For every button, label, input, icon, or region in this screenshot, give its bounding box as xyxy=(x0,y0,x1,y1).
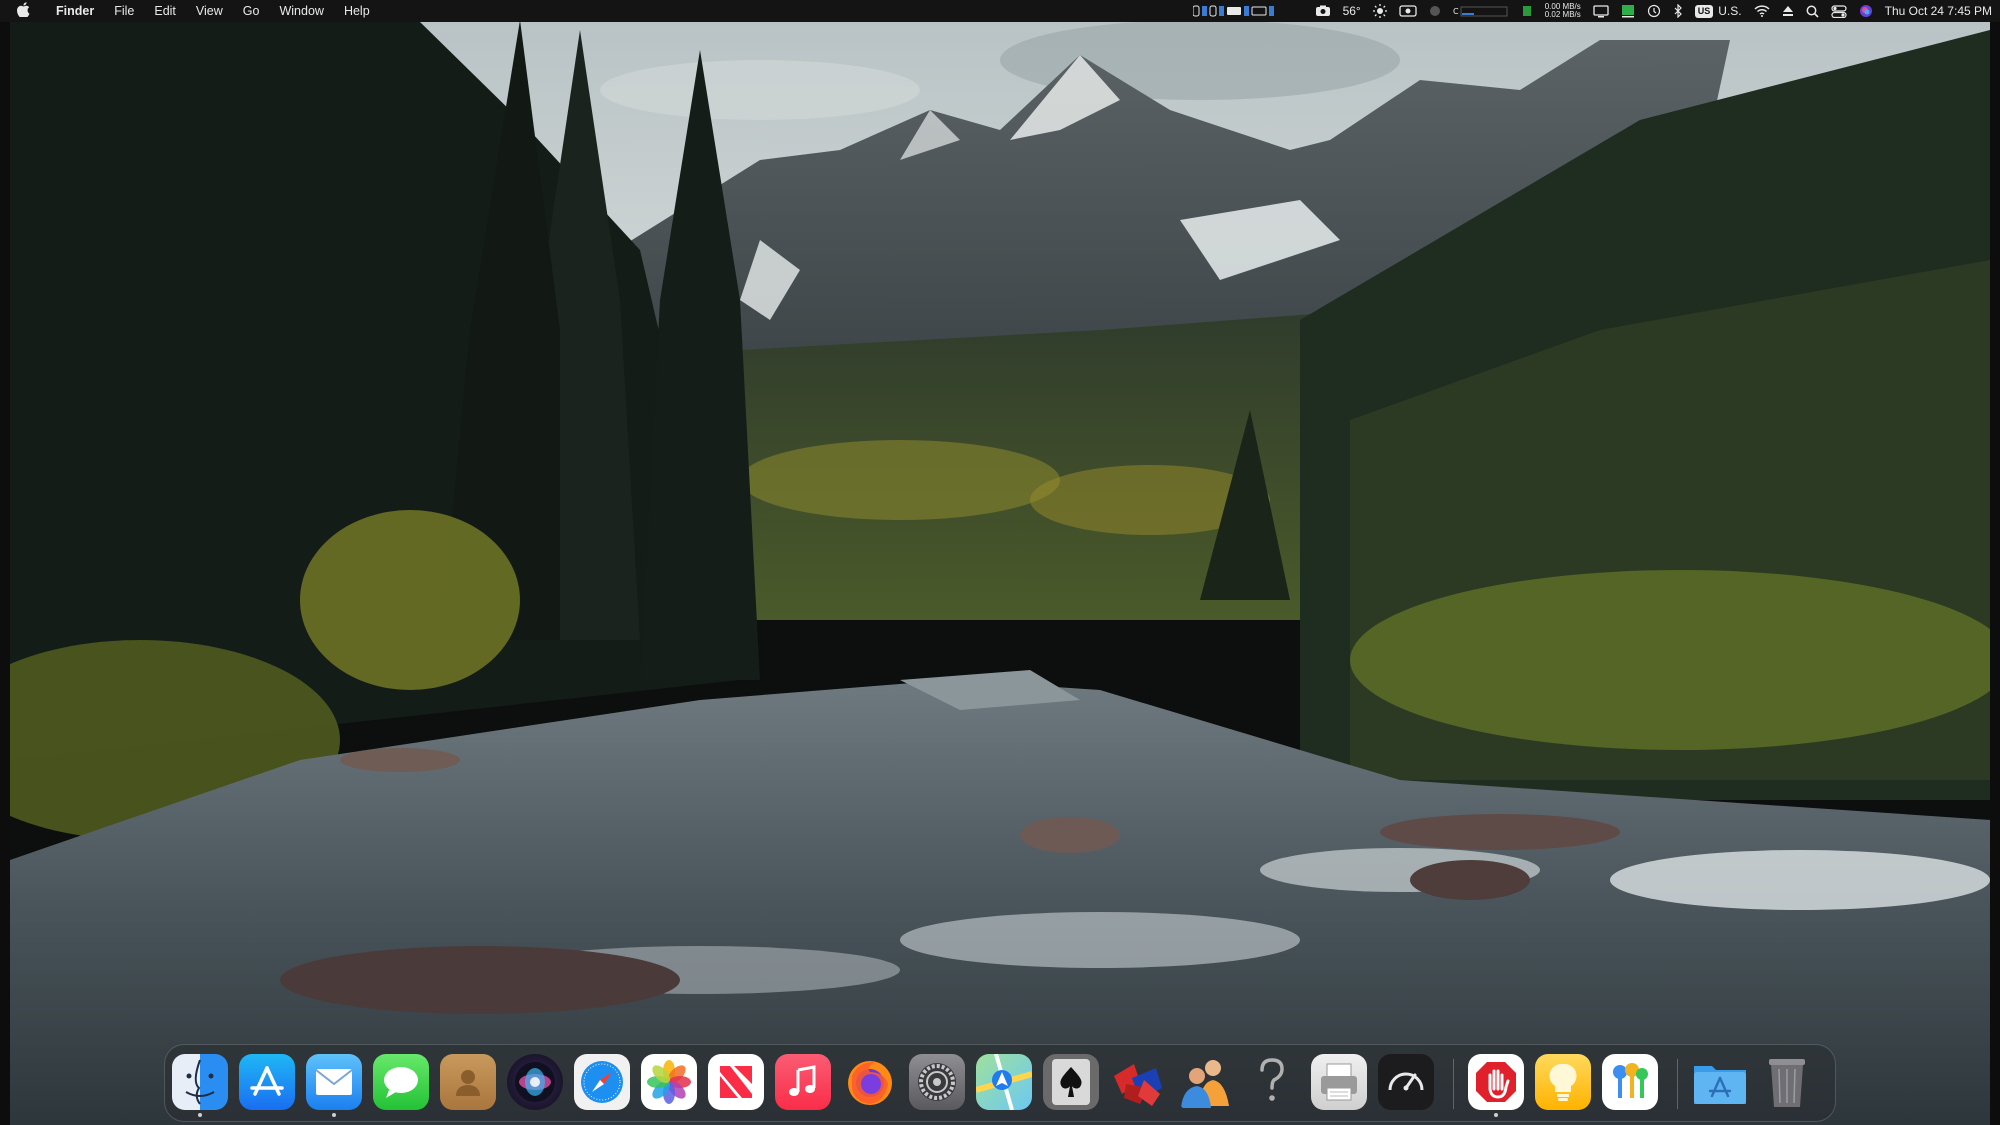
music-icon xyxy=(775,1054,831,1110)
camera-icon[interactable] xyxy=(1315,0,1331,22)
dock-app-solitaire[interactable] xyxy=(1043,1054,1099,1110)
dock-separator xyxy=(1677,1059,1678,1109)
dock-app-system-settings[interactable] xyxy=(909,1054,965,1110)
focus-circle-icon[interactable] xyxy=(1429,0,1441,22)
news-icon xyxy=(708,1054,764,1110)
siri-icon xyxy=(507,1054,563,1110)
menu-app-name[interactable]: Finder xyxy=(46,0,104,22)
dock-app-tips[interactable] xyxy=(1535,1054,1591,1110)
bluetooth-icon[interactable] xyxy=(1673,0,1683,22)
running-indicator xyxy=(1494,1113,1498,1117)
eject-icon[interactable] xyxy=(1782,0,1794,22)
dock-app-help[interactable] xyxy=(1244,1054,1300,1110)
menu-window[interactable]: Window xyxy=(269,0,333,22)
spotlight-search-icon[interactable] xyxy=(1806,0,1819,22)
menu-help[interactable]: Help xyxy=(334,0,380,22)
dock-app-app-store[interactable] xyxy=(239,1054,295,1110)
memory-meter-icon[interactable] xyxy=(1521,0,1533,22)
finder-icon xyxy=(172,1054,228,1110)
applications-folder-icon xyxy=(1692,1054,1748,1110)
dock-app-mail[interactable] xyxy=(306,1054,362,1117)
wifi-icon[interactable] xyxy=(1754,0,1770,22)
weather-temperature[interactable]: 56° xyxy=(1343,0,1361,22)
menu-bar: Finder File Edit View Go Window Help 56°… xyxy=(0,0,2000,22)
dock-app-music[interactable] xyxy=(775,1054,831,1110)
dock-app-migration-assistant[interactable] xyxy=(1177,1054,1233,1110)
battery-gauge-icon[interactable] xyxy=(1192,0,1303,22)
menu-go[interactable]: Go xyxy=(233,0,270,22)
mail-icon xyxy=(306,1054,362,1110)
dock-folder-applications[interactable] xyxy=(1692,1054,1748,1110)
dock-trash[interactable] xyxy=(1759,1054,1815,1110)
dock-app-keychain[interactable] xyxy=(1602,1054,1658,1110)
dock-separator xyxy=(1453,1059,1454,1109)
people-icon xyxy=(1177,1054,1233,1110)
dock-app-siri[interactable] xyxy=(507,1054,563,1110)
speedometer-icon xyxy=(1378,1054,1434,1110)
control-center-icon[interactable] xyxy=(1831,0,1847,22)
dock-app-news[interactable] xyxy=(708,1054,764,1110)
trash-icon xyxy=(1759,1054,1815,1110)
photos-icon xyxy=(641,1054,697,1110)
menu-file[interactable]: File xyxy=(104,0,144,22)
running-indicator xyxy=(332,1113,336,1117)
dock-app-speedometer[interactable] xyxy=(1378,1054,1434,1110)
running-indicator xyxy=(198,1113,202,1117)
menu-view[interactable]: View xyxy=(186,0,233,22)
dock xyxy=(164,1044,1836,1122)
spade-card-icon xyxy=(1043,1054,1099,1110)
sun-icon[interactable] xyxy=(1372,0,1387,22)
desktop-wallpaper xyxy=(0,0,2000,1125)
desktop: Finder File Edit View Go Window Help 56°… xyxy=(0,0,2000,1125)
screenshot-icon[interactable] xyxy=(1399,0,1417,22)
cpu-meter-icon[interactable]: C xyxy=(1453,0,1509,22)
dock-app-firefox[interactable] xyxy=(842,1054,898,1110)
dock-app-stop-hand[interactable] xyxy=(1468,1054,1524,1117)
display-icon[interactable] xyxy=(1593,0,1609,22)
input-source[interactable]: US U.S. xyxy=(1694,0,1742,22)
printer-icon xyxy=(1311,1054,1367,1110)
time-machine-icon[interactable] xyxy=(1647,0,1661,22)
question-mark-icon xyxy=(1244,1054,1300,1110)
green-status-icon[interactable] xyxy=(1621,0,1635,22)
contacts-icon xyxy=(440,1054,496,1110)
input-source-badge: US xyxy=(1694,4,1714,18)
dock-app-messages[interactable] xyxy=(373,1054,429,1110)
network-speed[interactable]: 0.00 MB/s 0.02 MB/s xyxy=(1545,0,1581,22)
dock-app-printer[interactable] xyxy=(1311,1054,1367,1110)
keys-icon xyxy=(1602,1054,1658,1110)
chess-pieces-icon xyxy=(1110,1054,1166,1110)
app-store-icon xyxy=(239,1054,295,1110)
stop-hand-icon xyxy=(1468,1054,1524,1110)
siri-status-icon[interactable] xyxy=(1859,0,1873,22)
apple-logo-icon xyxy=(16,2,30,20)
maps-icon xyxy=(976,1054,1032,1110)
safari-icon xyxy=(574,1054,630,1110)
svg-text:C: C xyxy=(1453,7,1459,16)
input-source-label: U.S. xyxy=(1718,4,1742,18)
menu-bar-clock[interactable]: Thu Oct 24 7:45 PM xyxy=(1885,0,1992,22)
messages-icon xyxy=(373,1054,429,1110)
dock-app-safari[interactable] xyxy=(574,1054,630,1110)
network-download-speed: 0.02 MB/s xyxy=(1544,10,1581,19)
lightbulb-icon xyxy=(1535,1054,1591,1110)
dock-app-photos[interactable] xyxy=(641,1054,697,1110)
firefox-icon xyxy=(842,1054,898,1110)
settings-gear-icon xyxy=(909,1054,965,1110)
dock-app-contacts[interactable] xyxy=(440,1054,496,1110)
menu-edit[interactable]: Edit xyxy=(144,0,186,22)
dock-app-finder[interactable] xyxy=(172,1054,228,1117)
dock-app-maps[interactable] xyxy=(976,1054,1032,1110)
status-bar: 56° C 0.00 MB/s 0.02 MB/s US U.S. Thu Oc… xyxy=(1192,0,1992,22)
dock-app-chess[interactable] xyxy=(1110,1054,1166,1110)
apple-menu[interactable] xyxy=(0,0,46,22)
